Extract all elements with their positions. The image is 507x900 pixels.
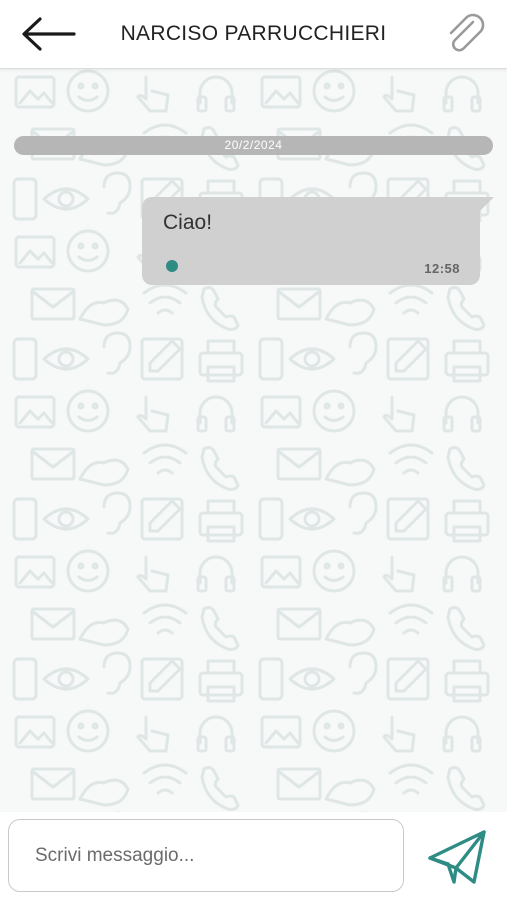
paperclip-icon [449,13,485,52]
app-header: NARCISO PARRUCCHIERI [0,0,507,69]
bubble-tail [480,197,494,211]
message-text: Ciao! [163,211,213,234]
page-title: NARCISO PARRUCCHIERI [120,22,387,45]
dot-icon [166,260,178,272]
arrow-left-icon [22,17,76,51]
send-button[interactable] [426,828,488,886]
message-time: 12:58 [424,261,460,276]
chat-background [0,69,507,819]
doodle-pattern [12,69,490,819]
attach-button[interactable] [443,12,489,58]
message-input[interactable] [8,819,404,892]
date-separator: 20/2/2024 [14,136,493,155]
paper-plane-icon [428,830,486,884]
composer-bar [0,812,507,900]
message-bubble-outgoing[interactable]: Ciao! 12:58 [142,197,494,285]
back-button[interactable] [18,14,78,54]
